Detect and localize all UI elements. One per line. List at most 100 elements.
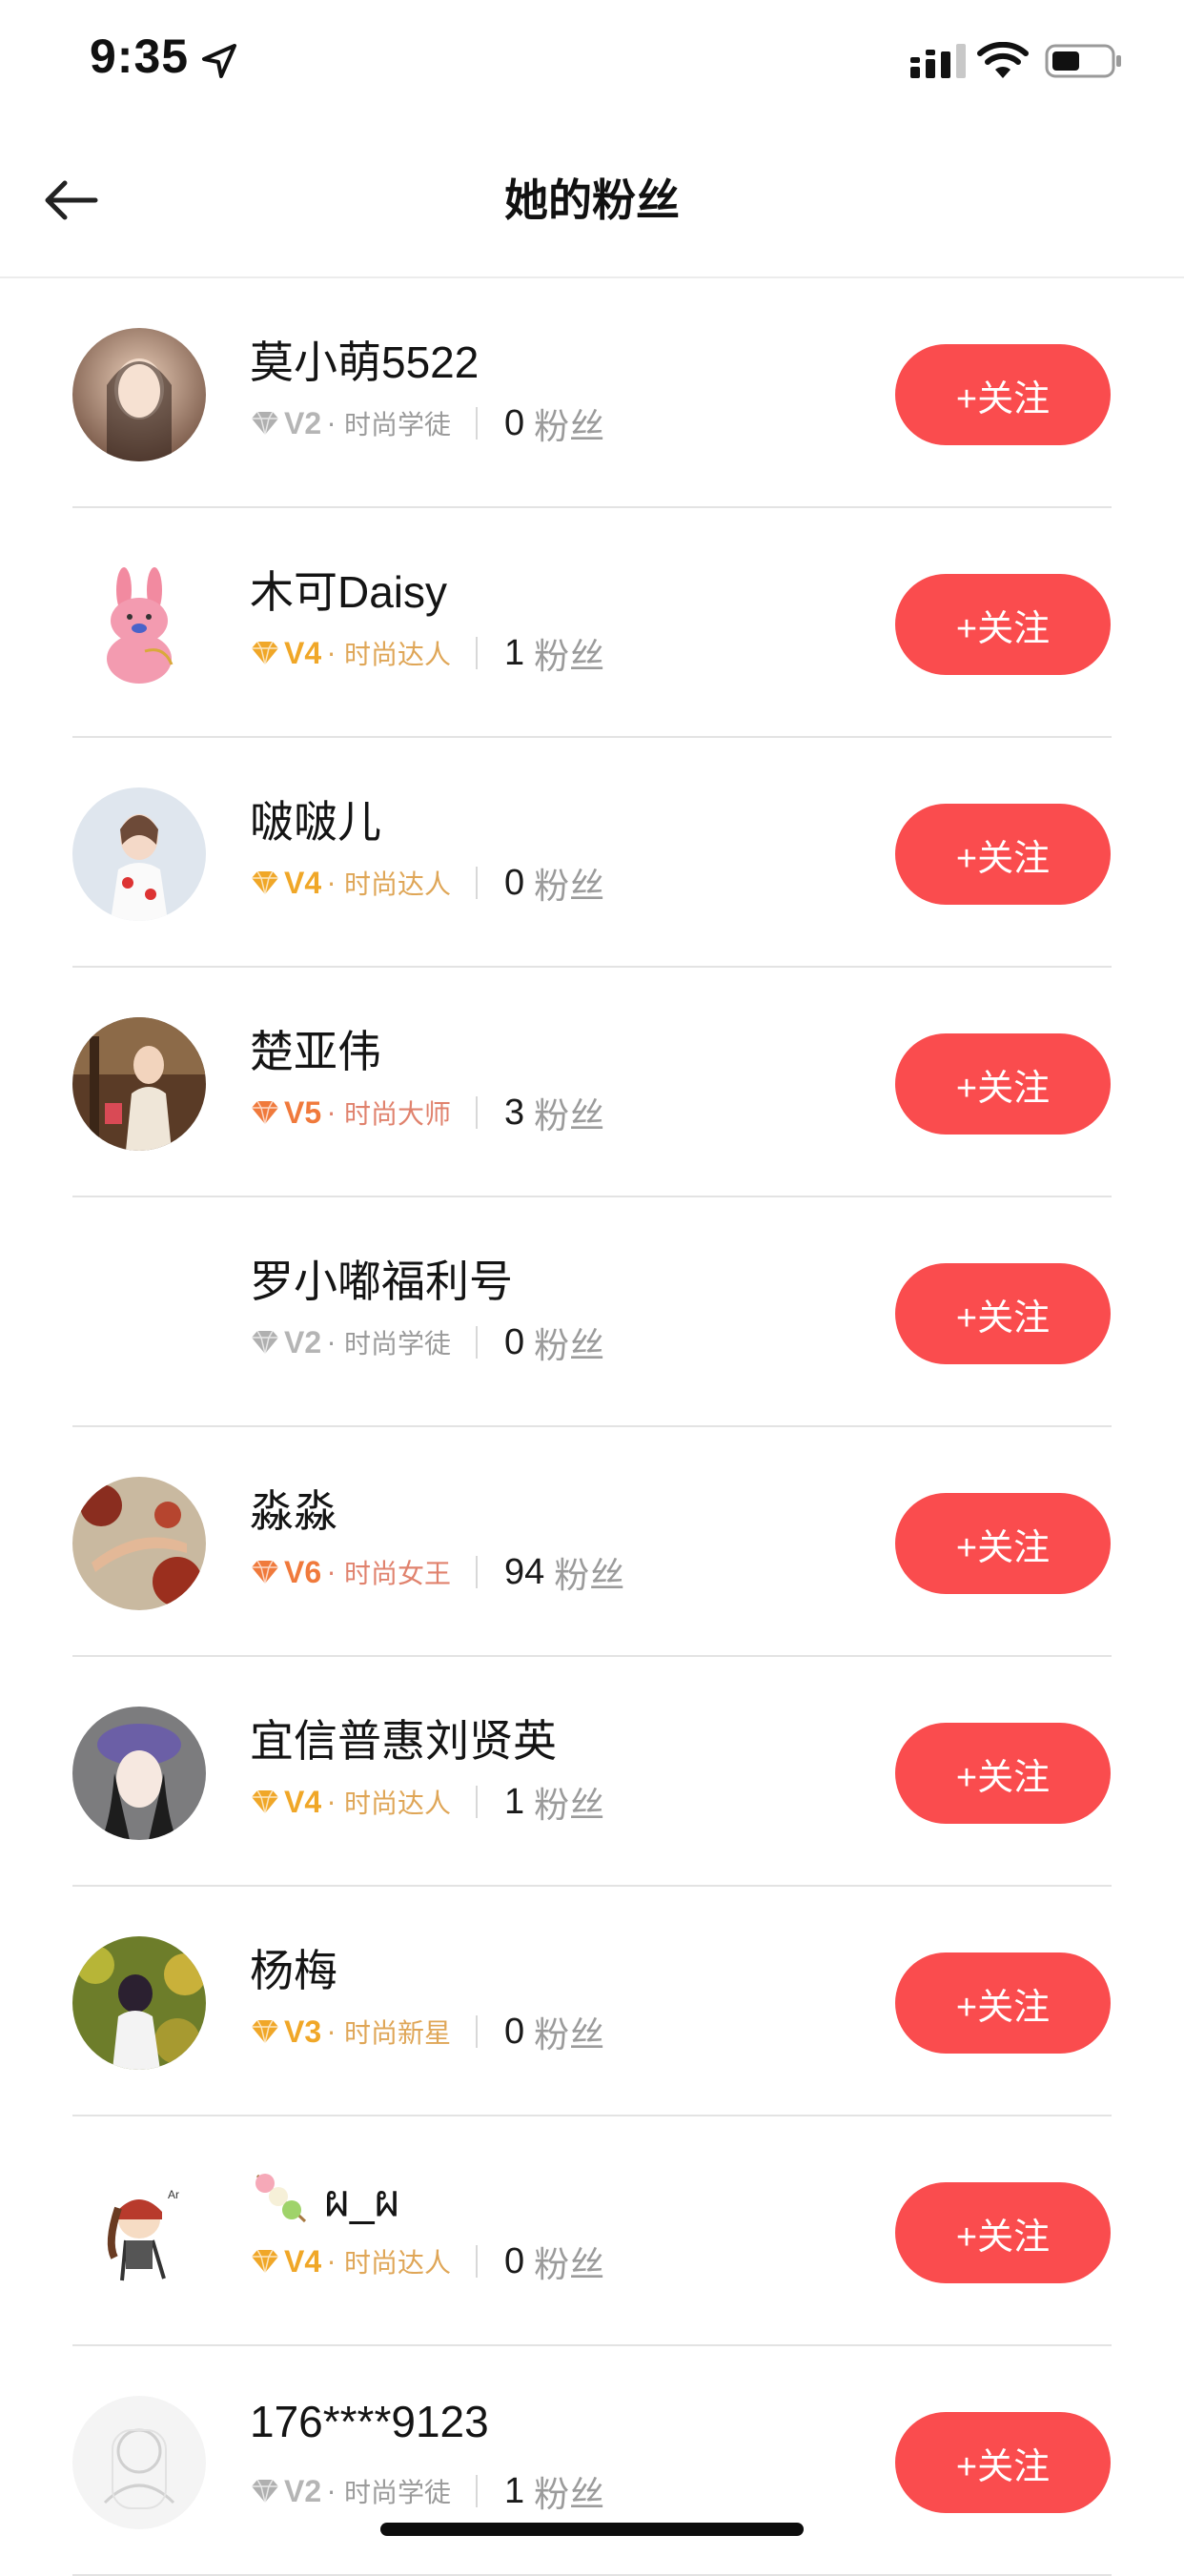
diamond-icon [252,2249,278,2274]
user-name[interactable]: 176****9123 [250,2396,489,2447]
user-name-text: 淼淼 [250,1486,337,1536]
status-bar: 9:35 [0,0,1184,124]
follow-button[interactable]: +关注 [895,1033,1111,1135]
meta-divider [475,1786,478,1818]
follower-row[interactable]: 宜信普惠刘贤英 V4 · 时尚达人 1 粉丝 +关注 [0,1657,1184,1887]
follow-button[interactable]: +关注 [895,804,1111,905]
follower-row[interactable]: 楚亚伟 V5 · 时尚大师 3 粉丝 +关注 [0,968,1184,1197]
user-name[interactable]: 啵啵儿 [250,787,381,850]
follower-row[interactable]: 淼淼 V6 · 时尚女王 94 粉丝 +关注 [0,1427,1184,1657]
user-avatar[interactable] [72,2396,206,2529]
level-title: · 时尚学徒 [327,2477,451,2508]
fans-count: 94 [503,1551,545,1592]
follower-row[interactable]: 罗小嘟福利号 V2 · 时尚学徒 0 粉丝 +关注 [0,1197,1184,1427]
follow-button-label: +关注 [955,608,1051,649]
level-title: · 时尚达人 [327,2247,451,2279]
follow-button-label: +关注 [955,2217,1051,2258]
follower-row[interactable]: 176****9123 V2 · 时尚学徒 1 粉丝 +关注 [0,2346,1184,2576]
follower-row[interactable]: 啵啵儿 V4 · 时尚达人 0 粉丝 +关注 [0,738,1184,968]
user-name[interactable]: 宜信普惠刘贤英 [250,1707,557,1769]
wifi-icon [977,42,1029,78]
user-avatar[interactable] [72,328,206,461]
user-avatar[interactable] [72,1936,206,2070]
user-name-text: 莫小萌5522 [250,337,480,387]
user-name[interactable]: ผ_ผ [250,2166,400,2236]
follow-button-label: +关注 [955,1068,1051,1109]
meta-divider [475,407,478,440]
level-badge: V4 [284,865,322,900]
fans-label: 粉丝 [534,406,605,447]
user-meta: V4 · 时尚达人 0 粉丝 [250,862,604,907]
fans-count: 1 [503,2470,525,2511]
fans-count: 0 [503,2240,525,2281]
follow-button[interactable]: +关注 [895,344,1111,445]
user-meta: V2 · 时尚学徒 1 粉丝 [250,2470,604,2515]
meta-divider [475,867,478,899]
diamond-icon [252,1789,278,1814]
user-name[interactable]: 木可Daisy [250,558,447,621]
user-avatar[interactable]: Ar [72,2166,206,2300]
user-name-text: 木可Daisy [250,567,448,617]
diamond-icon [252,1560,278,1584]
user-meta: V4 · 时尚达人 1 粉丝 [250,632,604,677]
level-badge: V2 [284,2473,322,2508]
user-name-text: 啵啵儿 [250,797,381,847]
level-badge: V4 [284,635,322,670]
follower-row[interactable]: 杨梅 V3 · 时尚新星 0 粉丝 +关注 [0,1887,1184,2116]
user-name[interactable]: 淼淼 [250,1477,337,1540]
follow-button-label: +关注 [955,1298,1051,1339]
meta-divider [475,1556,478,1588]
user-avatar[interactable] [72,558,206,691]
diamond-icon [252,2019,278,2044]
user-name-text: 176****9123 [250,2397,489,2446]
follow-button-label: +关注 [955,1527,1051,1568]
user-name[interactable]: 楚亚伟 [250,1017,381,1080]
user-name[interactable]: 莫小萌5522 [250,328,479,391]
fans-count: 0 [503,402,525,443]
follow-button[interactable]: +关注 [895,2182,1111,2283]
user-name-text: 楚亚伟 [250,1027,381,1076]
follow-button[interactable]: +关注 [895,1952,1111,2054]
fans-label: 粉丝 [534,1325,605,1366]
follow-button-label: +关注 [955,378,1051,419]
fans-count: 1 [503,632,525,673]
fans-label: 粉丝 [534,2474,605,2515]
meta-divider [475,2245,478,2278]
fans-count: 1 [503,1781,525,1822]
level-title: · 时尚达人 [327,869,451,900]
follower-row[interactable]: Ar ผ_ผ V4 · 时尚达人 0 粉丝 +关注 [0,2116,1184,2346]
fans-label: 粉丝 [534,1785,605,1826]
fans-label: 粉丝 [534,866,605,907]
cellular-signal-icon [910,44,966,78]
svg-text:Ar: Ar [168,2188,179,2201]
follow-button[interactable]: +关注 [895,1723,1111,1824]
user-avatar[interactable] [72,1017,206,1151]
user-name-text: 杨梅 [250,1946,337,1995]
user-name[interactable]: 杨梅 [250,1936,337,1999]
meta-divider [475,1326,478,1359]
user-name[interactable]: 罗小嘟福利号 [250,1247,513,1310]
follow-button[interactable]: +关注 [895,1493,1111,1594]
follower-row[interactable]: 木可Daisy V4 · 时尚达人 1 粉丝 +关注 [0,508,1184,738]
fans-count: 0 [503,862,525,903]
status-time: 9:35 [90,30,190,83]
level-title: · 时尚学徒 [327,1328,451,1360]
user-avatar[interactable] [72,1477,206,1610]
user-meta: V4 · 时尚达人 0 粉丝 [250,2240,604,2285]
follower-row[interactable]: 莫小萌5522 V2 · 时尚学徒 0 粉丝 +关注 [0,278,1184,508]
follow-button[interactable]: +关注 [895,2412,1111,2513]
follow-button[interactable]: +关注 [895,574,1111,675]
user-avatar[interactable] [72,1247,206,1380]
level-badge: V6 [284,1554,322,1589]
follow-button[interactable]: +关注 [895,1263,1111,1364]
user-meta: V4 · 时尚达人 1 粉丝 [250,1781,604,1826]
level-badge: V2 [284,1324,322,1360]
user-avatar[interactable] [72,1707,206,1840]
user-meta: V6 · 时尚女王 94 粉丝 [250,1551,624,1596]
user-meta: V5 · 时尚大师 3 粉丝 [250,1092,604,1136]
follower-list: 莫小萌5522 V2 · 时尚学徒 0 粉丝 +关注 木可Daisy V4 · 时尚达人 1 粉丝 +… [0,278,1184,2576]
fans-label: 粉丝 [534,2244,605,2285]
user-avatar[interactable] [72,787,206,921]
fans-label: 粉丝 [534,636,605,677]
meta-divider [475,637,478,669]
